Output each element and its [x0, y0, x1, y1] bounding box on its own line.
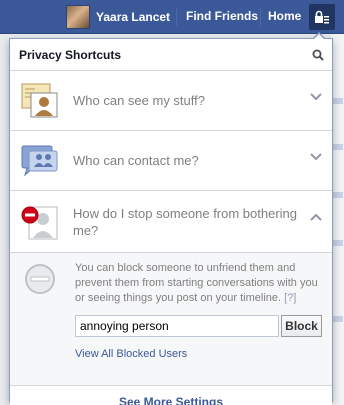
block-button[interactable]: Block [281, 315, 322, 337]
chat-people-icon [21, 145, 58, 176]
privacy-shortcuts-panel: Privacy Shortcuts Who can see my stuff? [9, 38, 333, 405]
block-user-section: You can block someone to unfriend them a… [10, 253, 332, 386]
search-icon[interactable] [312, 49, 324, 61]
find-friends-link[interactable]: Find Friends [186, 9, 258, 23]
block-description: You can block someone to unfriend them a… [75, 261, 325, 306]
top-nav-bar: Yaara Lancet Find Friends Home [0, 0, 344, 34]
background-text [333, 192, 343, 198]
view-blocked-users-link[interactable]: View All Blocked Users [75, 348, 187, 360]
user-name: Yaara Lancet [96, 10, 171, 24]
chevron-down-icon [310, 153, 322, 161]
help-link[interactable]: [?] [284, 292, 296, 304]
see-more-settings-link[interactable]: See More Settings [10, 386, 332, 405]
shortcut-label: How do I stop someone from bothering me? [73, 205, 298, 238]
block-name-input[interactable] [75, 315, 279, 337]
background-text [333, 144, 343, 150]
nav-divider [176, 8, 177, 26]
background-text [333, 240, 343, 246]
profile-link[interactable]: Yaara Lancet [66, 5, 170, 29]
privacy-shortcuts-button[interactable] [309, 4, 335, 30]
block-icon [25, 264, 55, 294]
profile-card-icon [21, 83, 58, 117]
shortcut-stop-bothering[interactable]: How do I stop someone from bothering me? [10, 191, 332, 253]
panel-title: Privacy Shortcuts [19, 47, 122, 62]
avatar [66, 5, 90, 29]
shortcut-label: Who can contact me? [73, 153, 199, 168]
chevron-up-icon [310, 213, 322, 221]
nav-divider [260, 8, 261, 26]
panel-header: Privacy Shortcuts [10, 39, 332, 71]
dropdown-caret-fill [313, 34, 325, 40]
chevron-down-icon [310, 93, 322, 101]
blocked-user-icon [21, 206, 58, 239]
shortcut-label: Who can see my stuff? [73, 93, 205, 108]
background-text [333, 316, 343, 322]
shortcut-who-can-see[interactable]: Who can see my stuff? [10, 71, 332, 131]
home-link[interactable]: Home [268, 9, 301, 23]
block-description-text: You can block someone to unfriend them a… [75, 262, 318, 304]
background-text [333, 98, 343, 104]
lock-menu-icon [315, 10, 329, 24]
shortcut-who-can-contact[interactable]: Who can contact me? [10, 131, 332, 191]
